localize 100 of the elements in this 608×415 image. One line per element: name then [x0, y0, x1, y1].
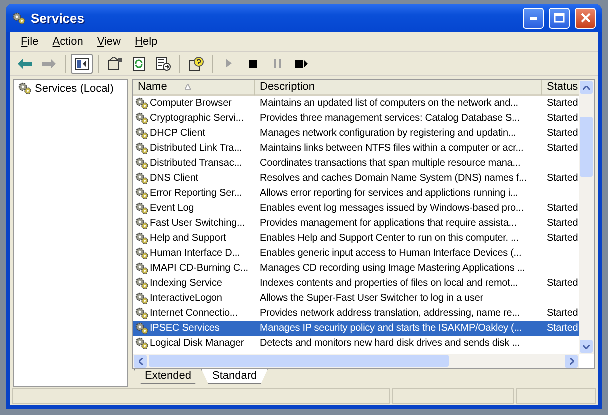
gears-icon: [135, 172, 149, 185]
service-description: Manages network configuration by registering and updatin...: [259, 128, 518, 139]
service-status: Started: [546, 203, 579, 214]
service-row[interactable]: Cryptographic Servi... Provides three management services: Catalog Database S... Started: [133, 111, 579, 126]
service-row[interactable]: Distributed Transac... Coordinates transactions that span multiple resource mana...: [133, 156, 579, 171]
gears-icon: [135, 277, 149, 290]
service-row[interactable]: Indexing Service Indexes contents and properties of files on local and remot... Started: [133, 276, 579, 291]
column-header[interactable]: Status: [542, 80, 579, 96]
service-name: Event Log: [150, 203, 194, 214]
menu-item[interactable]: File: [14, 36, 46, 48]
service-status: Started: [546, 308, 579, 319]
column-header[interactable]: Description: [255, 80, 542, 96]
maximize-button[interactable]: [549, 8, 570, 28]
service-row[interactable]: Internet Connectio... Provides network address translation, addressing, name re... Started: [133, 306, 579, 321]
forward-arrow-icon: [42, 58, 56, 68]
service-row[interactable]: InteractiveLogon Allows the Super-Fast User Switcher to log in a user: [133, 291, 579, 306]
service-row[interactable]: Event Log Enables event log messages issued by Windows-based pro... Started: [133, 201, 579, 216]
scroll-thumb[interactable]: [149, 355, 449, 367]
gears-icon: [18, 82, 32, 95]
service-description: Provides network address translation, addressing, name re...: [259, 308, 522, 319]
column-title: Description: [260, 81, 316, 93]
pause-icon: [274, 59, 280, 68]
horizontal-scrollbar[interactable]: [133, 354, 579, 368]
scroll-right-icon[interactable]: [570, 358, 574, 364]
service-name: Help and Support: [150, 233, 226, 244]
service-status: Started: [546, 143, 579, 154]
scroll-thumb[interactable]: [580, 117, 593, 177]
service-row[interactable]: Fast User Switching... Provides management for applications that require assista... Started: [133, 216, 579, 231]
gears-icon: [135, 112, 149, 125]
service-row[interactable]: DHCP Client Manages network configuration by registering and updatin... Started: [133, 126, 579, 141]
close-icon: [580, 13, 590, 23]
show-tree-button[interactable]: [71, 54, 93, 74]
service-description: Manages IP security policy and starts the ISAKMP/Oakley (...: [259, 323, 524, 334]
service-row[interactable]: Error Reporting Ser... Allows error reporting for services and applictions running i...: [133, 186, 579, 201]
service-description: Allows the Super-Fast User Switcher to log in a user: [259, 293, 484, 304]
tree-item[interactable]: Services (Local): [16, 82, 116, 95]
service-name: Human Interface D...: [150, 248, 240, 259]
stop-icon: [249, 60, 257, 68]
gears-icon: [135, 292, 149, 305]
service-description: Allows error reporting for services and applictions running i...: [259, 188, 520, 199]
maximize-icon: [554, 13, 565, 23]
menu-item[interactable]: Action: [46, 36, 90, 48]
service-name: Cryptographic Servi...: [150, 113, 244, 124]
service-description: Enables Help and Support Center to run on this computer. ...: [259, 233, 520, 244]
refresh-icon: [133, 56, 145, 70]
menu-item[interactable]: Help: [128, 36, 165, 48]
service-name: Distributed Transac...: [150, 158, 242, 169]
service-description: Manages CD recording using Image Mastering Applications ...: [259, 263, 526, 274]
view-tab[interactable]: Extended: [134, 369, 202, 384]
close-button[interactable]: [575, 8, 596, 28]
service-description: Coordinates transactions that span multiple resource mana...: [259, 158, 522, 169]
column-title: Name: [138, 81, 168, 93]
service-name: IPSEC Services: [150, 323, 220, 334]
service-name: Internet Connectio...: [150, 308, 238, 319]
minimize-icon: [530, 16, 537, 20]
service-name: DNS Client: [150, 173, 198, 184]
service-description: Provides three management services: Catalog Database S...: [259, 113, 521, 124]
service-status: Started: [546, 278, 579, 289]
gears-icon: [135, 157, 149, 170]
help-icon: [188, 56, 204, 70]
service-status: Started: [546, 233, 579, 244]
back-arrow-icon: [18, 58, 32, 68]
service-name: Indexing Service: [150, 278, 222, 289]
service-name: InteractiveLogon: [150, 293, 222, 304]
service-row[interactable]: IPSEC Services Manages IP security policy and starts the ISAKMP/Oakley (... Started: [133, 321, 579, 336]
service-row[interactable]: DNS Client Resolves and caches Domain Name System (DNS) names f... Started: [133, 171, 579, 186]
gears-icon: [135, 337, 149, 350]
minimize-button[interactable]: [523, 8, 544, 28]
service-status: Started: [546, 98, 579, 109]
service-row[interactable]: Distributed Link Tra... Maintains links between NTFS files within a computer or acr... Started: [133, 141, 579, 156]
service-row[interactable]: Help and Support Enables Help and Support Center to run on this computer. ... Started: [133, 231, 579, 246]
column-title: Status: [547, 81, 578, 93]
play-icon: [226, 59, 232, 68]
service-row[interactable]: Computer Browser Maintains an updated list of computers on the network and... Started: [133, 96, 579, 111]
view-tab[interactable]: Standard: [201, 369, 268, 384]
window-title: Services: [31, 10, 86, 26]
service-status: Started: [546, 128, 579, 139]
gears-icon: [135, 307, 149, 320]
gears-icon: [135, 262, 149, 275]
gears-icon: [135, 187, 149, 200]
scroll-down-icon[interactable]: [583, 344, 590, 348]
service-status: Started: [546, 113, 579, 124]
stop-play-icon: [294, 60, 308, 68]
column-header[interactable]: Name: [133, 80, 255, 96]
gears-icon: [135, 322, 149, 335]
service-description: Enables generic input access to Human Interface Devices (...: [259, 248, 523, 259]
scroll-up-icon[interactable]: [583, 86, 590, 90]
vertical-scrollbar[interactable]: [579, 80, 594, 354]
gears-icon: [135, 97, 149, 110]
service-description: Detects and monitors new hard disk drives and sends disk ...: [259, 338, 522, 349]
menu-item[interactable]: View: [90, 36, 128, 48]
service-row[interactable]: Logical Disk Manager Detects and monitors new hard disk drives and sends disk ...: [133, 336, 579, 351]
service-row[interactable]: Human Interface D... Enables generic input access to Human Interface Devices (...: [133, 246, 579, 261]
service-name: Error Reporting Ser...: [150, 188, 242, 199]
scroll-left-icon[interactable]: [138, 358, 142, 364]
gears-icon: [12, 12, 26, 24]
service-row[interactable]: IMAPI CD-Burning C... Manages CD recording using Image Mastering Applications ...: [133, 261, 579, 276]
service-status: Started: [546, 173, 579, 184]
service-name: Logical Disk Manager: [150, 338, 244, 349]
service-description: Provides management for applications that require assista...: [259, 218, 518, 229]
